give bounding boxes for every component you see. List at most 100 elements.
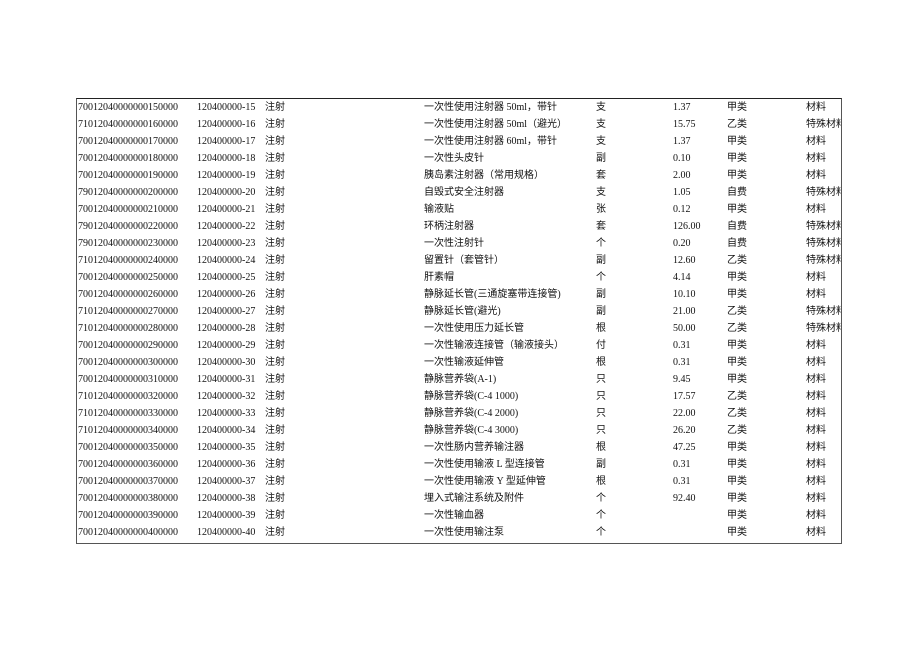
category-cell: 注射 xyxy=(265,170,285,181)
table-row: 70012040000000210000 120400000-21 注射 输液贴 张 0.… xyxy=(77,201,841,218)
item-name-cell: 静脉营养袋(C-4 1000) xyxy=(424,391,519,402)
project-code-cell: 120400000-27 xyxy=(197,306,256,317)
fee-type-cell: 材料 xyxy=(806,442,826,453)
unit-cell: 支 xyxy=(596,136,606,147)
category-cell: 注射 xyxy=(265,136,285,147)
project-code-cell: 120400000-26 xyxy=(197,289,256,300)
item-name-cell: 一次性使用压力延长管 xyxy=(424,323,524,334)
insurance-class-cell: 乙类 xyxy=(727,408,747,419)
item-code-cell: 71012040000000270000 xyxy=(78,306,178,317)
unit-cell: 根 xyxy=(596,476,606,487)
table-row: 70012040000000390000 120400000-39 注射 一次性输血器… xyxy=(77,507,841,524)
item-name-cell: 静脉营养袋(C-4 3000) xyxy=(424,425,519,436)
category-cell: 注射 xyxy=(265,323,285,334)
project-code-cell: 120400000-34 xyxy=(197,425,256,436)
price-cell: 21.00 xyxy=(673,306,696,317)
price-cell: 15.75 xyxy=(673,119,696,130)
fee-type-cell: 材料 xyxy=(806,136,826,147)
unit-cell: 只 xyxy=(596,391,606,402)
item-code-cell: 79012040000000200000 xyxy=(78,187,178,198)
insurance-class-cell: 甲类 xyxy=(727,459,747,470)
table-row: 70012040000000370000 120400000-37 注射 一次性使用输… xyxy=(77,473,841,490)
item-name-cell: 静脉延长管(避光) xyxy=(424,306,501,317)
insurance-class-cell: 自费 xyxy=(727,187,747,198)
price-cell: 0.31 xyxy=(673,459,691,470)
fee-type-cell: 材料 xyxy=(806,357,826,368)
category-cell: 注射 xyxy=(265,493,285,504)
item-name-cell: 静脉营养袋(C-4 2000) xyxy=(424,408,519,419)
table-row: 70012040000000380000 120400000-38 注射 埋入式输注系… xyxy=(77,490,841,507)
table-row: 70012040000000170000 120400000-17 注射 一次性使用注… xyxy=(77,133,841,150)
fee-type-cell: 特殊材料 xyxy=(806,221,842,232)
item-name-cell: 一次性使用输液 L 型连接管 xyxy=(424,459,545,470)
item-name-cell: 一次性使用注射器 60ml，带针 xyxy=(424,136,558,147)
insurance-class-cell: 甲类 xyxy=(727,204,747,215)
unit-cell: 个 xyxy=(596,272,606,283)
table-row: 70012040000000150000 120400000-15 注射 一次性使用注… xyxy=(77,99,841,116)
item-code-cell: 70012040000000400000 xyxy=(78,527,178,538)
category-cell: 注射 xyxy=(265,391,285,402)
insurance-class-cell: 甲类 xyxy=(727,527,747,538)
item-code-cell: 70012040000000350000 xyxy=(78,442,178,453)
item-code-cell: 70012040000000300000 xyxy=(78,357,178,368)
category-cell: 注射 xyxy=(265,459,285,470)
fee-type-cell: 材料 xyxy=(806,374,826,385)
unit-cell: 只 xyxy=(596,374,606,385)
item-code-cell: 70012040000000310000 xyxy=(78,374,178,385)
unit-cell: 副 xyxy=(596,153,606,164)
unit-cell: 副 xyxy=(596,459,606,470)
category-cell: 注射 xyxy=(265,272,285,283)
item-code-cell: 70012040000000290000 xyxy=(78,340,178,351)
fee-type-cell: 材料 xyxy=(806,476,826,487)
category-cell: 注射 xyxy=(265,289,285,300)
item-code-cell: 70012040000000370000 xyxy=(78,476,178,487)
table-row: 79012040000000200000 120400000-20 注射 自毁式安全注… xyxy=(77,184,841,201)
item-name-cell: 埋入式输注系统及附件 xyxy=(424,493,524,504)
fee-type-cell: 材料 xyxy=(806,527,826,538)
item-name-cell: 环柄注射器 xyxy=(424,221,474,232)
price-cell: 92.40 xyxy=(673,493,696,504)
category-cell: 注射 xyxy=(265,119,285,130)
unit-cell: 套 xyxy=(596,221,606,232)
fee-type-cell: 特殊材料 xyxy=(806,255,842,266)
price-cell: 50.00 xyxy=(673,323,696,334)
unit-cell: 副 xyxy=(596,289,606,300)
table-row: 71012040000000160000 120400000-16 注射 一次性使用注… xyxy=(77,116,841,133)
unit-cell: 支 xyxy=(596,102,606,113)
unit-cell: 根 xyxy=(596,323,606,334)
insurance-class-cell: 乙类 xyxy=(727,119,747,130)
item-name-cell: 一次性使用注射器 50ml（避光） xyxy=(424,119,568,130)
item-code-cell: 70012040000000190000 xyxy=(78,170,178,181)
table-row: 70012040000000190000 120400000-19 注射 胰岛素注射器… xyxy=(77,167,841,184)
table-row: 70012040000000350000 120400000-35 注射 一次性肠内营… xyxy=(77,439,841,456)
category-cell: 注射 xyxy=(265,102,285,113)
item-code-cell: 70012040000000360000 xyxy=(78,459,178,470)
item-code-cell: 70012040000000250000 xyxy=(78,272,178,283)
table-row: 70012040000000360000 120400000-36 注射 一次性使用输… xyxy=(77,456,841,473)
price-cell: 1.37 xyxy=(673,102,691,113)
insurance-class-cell: 甲类 xyxy=(727,476,747,487)
fee-type-cell: 材料 xyxy=(806,272,826,283)
fee-type-cell: 材料 xyxy=(806,204,826,215)
category-cell: 注射 xyxy=(265,187,285,198)
insurance-class-cell: 甲类 xyxy=(727,357,747,368)
insurance-class-cell: 甲类 xyxy=(727,340,747,351)
price-cell: 17.57 xyxy=(673,391,696,402)
category-cell: 注射 xyxy=(265,425,285,436)
unit-cell: 根 xyxy=(596,442,606,453)
price-cell: 1.05 xyxy=(673,187,691,198)
item-code-cell: 79012040000000230000 xyxy=(78,238,178,249)
project-code-cell: 120400000-25 xyxy=(197,272,256,283)
item-name-cell: 一次性使用输注泵 xyxy=(424,527,504,538)
insurance-class-cell: 甲类 xyxy=(727,493,747,504)
unit-cell: 副 xyxy=(596,255,606,266)
project-code-cell: 120400000-30 xyxy=(197,357,256,368)
table-row: 71012040000000320000 120400000-32 注射 静脉营养袋(… xyxy=(77,388,841,405)
unit-cell: 根 xyxy=(596,357,606,368)
price-cell: 0.10 xyxy=(673,153,691,164)
table-row: 71012040000000340000 120400000-34 注射 静脉营养袋(… xyxy=(77,422,841,439)
fee-type-cell: 特殊材料 xyxy=(806,323,842,334)
item-name-cell: 自毁式安全注射器 xyxy=(424,187,504,198)
category-cell: 注射 xyxy=(265,306,285,317)
unit-cell: 个 xyxy=(596,493,606,504)
